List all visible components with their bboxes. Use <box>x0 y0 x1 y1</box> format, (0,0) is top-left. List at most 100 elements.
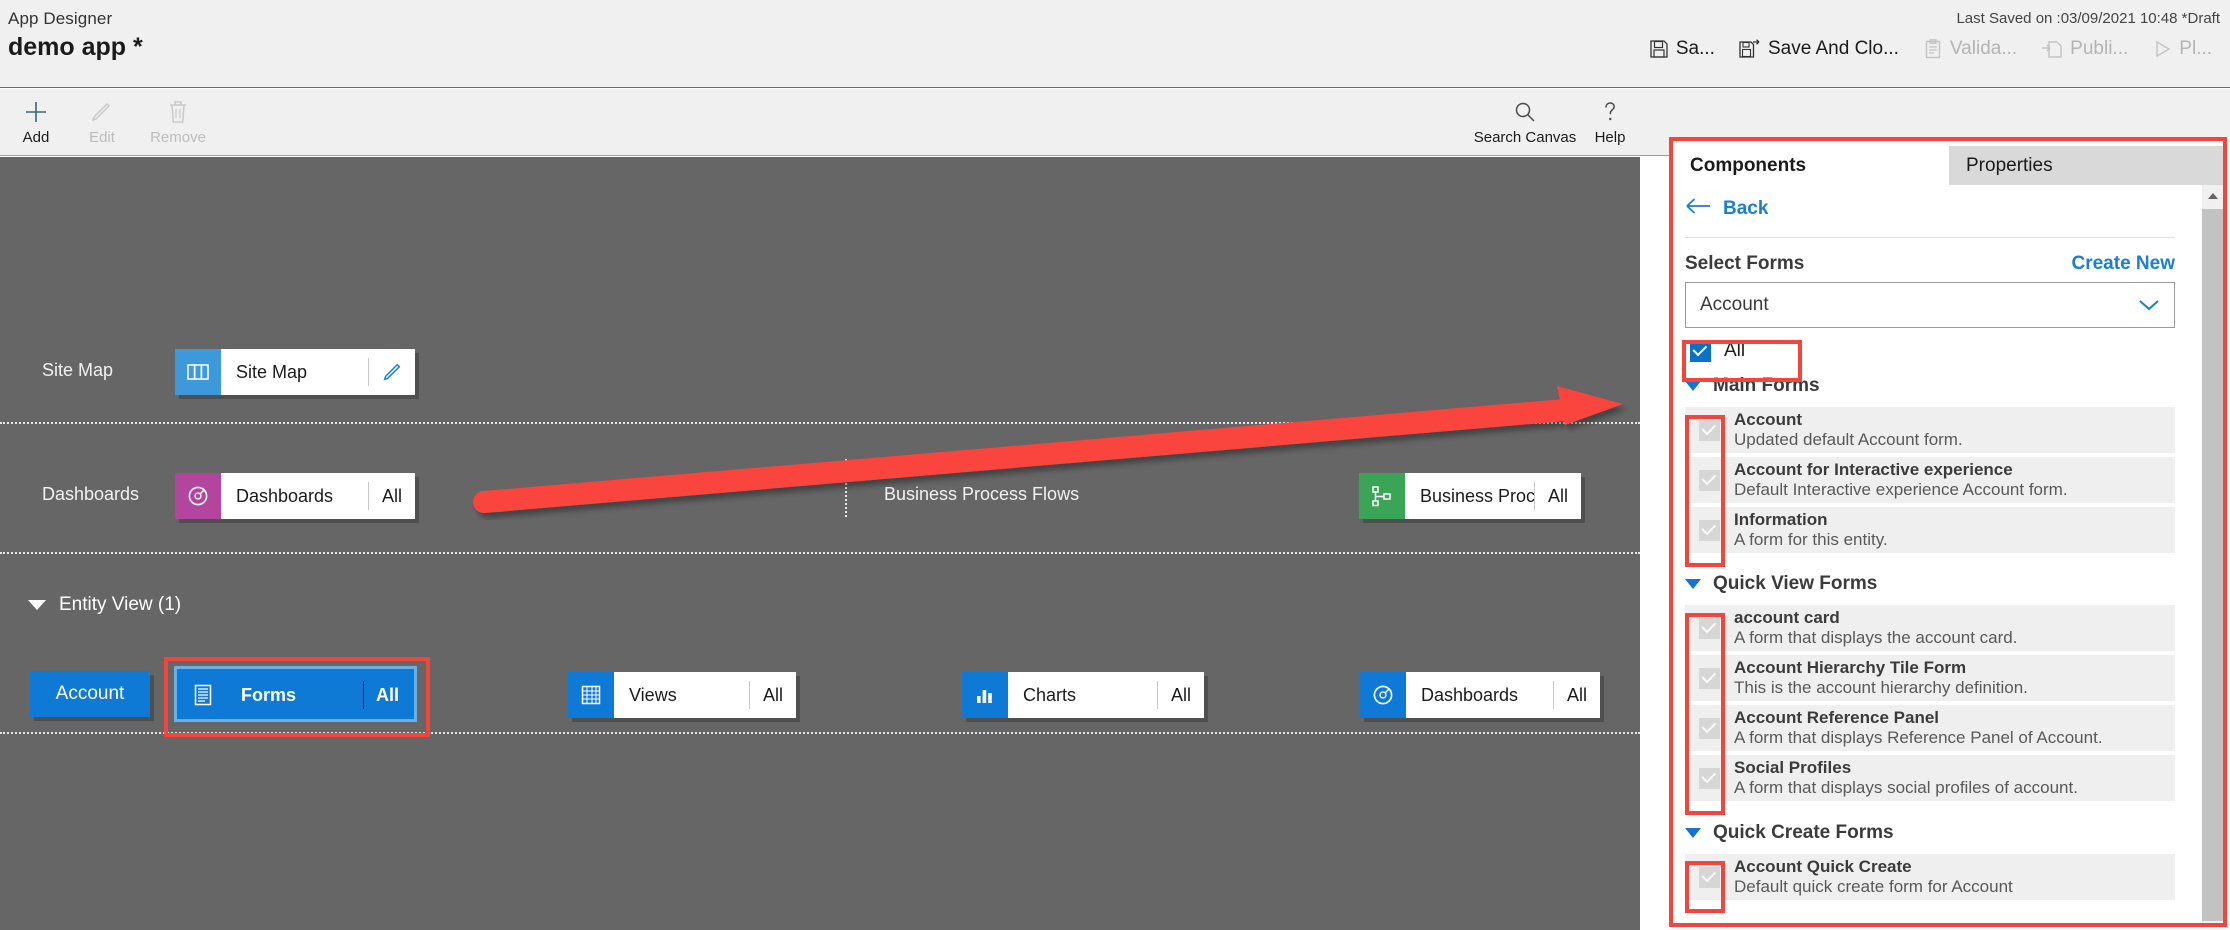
publish-button[interactable]: Publi... <box>2029 34 2140 64</box>
chevron-down-icon <box>1685 381 1701 391</box>
validate-button-label: Valida... <box>1950 38 2017 60</box>
toolbar-remove-label: Remove <box>142 129 214 146</box>
form-item-name: Information <box>1734 510 2169 530</box>
panel-scrollbar-thumb[interactable] <box>2202 209 2224 921</box>
entity-view-header-label: Entity View (1) <box>59 594 181 616</box>
scroll-up-arrow-icon[interactable] <box>2202 185 2224 207</box>
form-item-name: Account for Interactive experience <box>1734 460 2169 480</box>
form-item-checkbox[interactable] <box>1685 867 1734 888</box>
checkbox-checked-icon <box>1690 341 1711 362</box>
form-list-item[interactable]: account card A form that displays the ac… <box>1685 605 2175 653</box>
app-name-title: demo app * <box>8 33 143 62</box>
form-list-item[interactable]: Account Reference Panel A form that disp… <box>1685 705 2175 753</box>
tile-site-map-label: Site Map <box>221 349 368 395</box>
form-item-checkbox[interactable] <box>1685 470 1734 491</box>
checkbox-checked-disabled-icon <box>1699 470 1720 491</box>
tile-site-map[interactable]: Site Map <box>175 349 415 395</box>
form-list-item[interactable]: Social Profiles A form that displays soc… <box>1685 755 2175 803</box>
play-button[interactable]: Pl... <box>2140 34 2224 64</box>
form-item-name: Account <box>1734 410 2169 430</box>
form-item-description: A form that displays Reference Panel of … <box>1734 728 2169 748</box>
form-list-item[interactable]: Account Hierarchy Tile Form This is the … <box>1685 655 2175 703</box>
form-list-item[interactable]: Account Quick Create Default quick creat… <box>1685 854 2175 902</box>
all-forms-checkbox[interactable]: All <box>1690 340 1774 362</box>
checkbox-checked-disabled-icon <box>1699 768 1720 789</box>
tile-site-map-edit-button[interactable] <box>369 349 415 395</box>
form-item-checkbox[interactable] <box>1685 718 1734 739</box>
tile-forms-label: Forms <box>226 672 363 718</box>
toolbar-add-button[interactable]: Add <box>0 96 72 146</box>
entity-button-account-label: Account <box>56 683 125 705</box>
canvas-vertical-divider <box>845 459 847 517</box>
checkbox-checked-disabled-icon <box>1699 420 1720 441</box>
canvas-row-label-dashboards: Dashboards <box>42 484 139 505</box>
panel-divider <box>1685 237 2175 238</box>
validate-button[interactable]: Valida... <box>1911 34 2029 64</box>
form-item-name: Account Reference Panel <box>1734 708 2169 728</box>
views-icon <box>568 672 614 718</box>
group-header-quick-create-forms[interactable]: Quick Create Forms <box>1685 822 1894 844</box>
tab-properties-label: Properties <box>1966 155 2053 177</box>
help-button[interactable]: Help <box>1570 96 1650 146</box>
canvas-row-label-sitemap: Site Map <box>42 360 113 381</box>
charts-icon <box>962 672 1008 718</box>
save-and-close-icon <box>1739 39 1761 59</box>
form-item-checkbox[interactable] <box>1685 768 1734 789</box>
tile-dashboards-entity[interactable]: Dashboards All <box>1360 672 1600 718</box>
form-item-checkbox[interactable] <box>1685 520 1734 541</box>
tile-business-process-flows[interactable]: Business Proces... All <box>1359 473 1581 519</box>
tab-components-label: Components <box>1690 155 1806 177</box>
dashboard-icon <box>175 473 221 519</box>
toolbar-add-label: Add <box>0 129 72 146</box>
tile-views-all[interactable]: All <box>750 672 796 718</box>
form-item-checkbox[interactable] <box>1685 420 1734 441</box>
checkbox-checked-disabled-icon <box>1699 668 1720 689</box>
entity-dropdown[interactable]: Account <box>1685 282 2175 328</box>
form-item-description: Updated default Account form. <box>1734 430 2169 450</box>
tile-dashboards-top-all[interactable]: All <box>369 473 415 519</box>
tile-bpf-all[interactable]: All <box>1535 473 1581 519</box>
entity-view-header[interactable]: Entity View (1) <box>28 594 181 616</box>
sitemap-icon <box>175 349 221 395</box>
create-new-link[interactable]: Create New <box>2072 253 2176 275</box>
tile-forms-all[interactable]: All <box>364 672 411 718</box>
select-forms-title: Select Forms <box>1685 253 1804 275</box>
chevron-down-icon <box>1685 828 1701 838</box>
form-item-checkbox[interactable] <box>1685 618 1734 639</box>
plus-icon <box>0 96 72 128</box>
tile-forms[interactable]: Forms All <box>180 672 411 718</box>
last-saved-status: Last Saved on :03/09/2021 10:48 *Draft <box>1956 10 2220 27</box>
save-button[interactable]: Sa... <box>1637 34 1727 64</box>
question-icon <box>1570 96 1650 128</box>
form-item-description: A form for this entity. <box>1734 530 2169 550</box>
group-header-quick-view-forms[interactable]: Quick View Forms <box>1685 573 1877 595</box>
tile-bpf-label: Business Proces... <box>1405 473 1534 519</box>
tile-views[interactable]: Views All <box>568 672 796 718</box>
tab-properties[interactable]: Properties <box>1949 146 2226 185</box>
validate-icon <box>1923 39 1943 59</box>
group-header-main-forms[interactable]: Main Forms <box>1685 375 1820 397</box>
entity-button-account[interactable]: Account <box>30 671 150 717</box>
tile-dashboards-entity-all[interactable]: All <box>1554 672 1600 718</box>
save-and-close-button[interactable]: Save And Clo... <box>1727 34 1911 64</box>
tile-dashboards-top[interactable]: Dashboards All <box>175 473 415 519</box>
form-list-item[interactable]: Account Updated default Account form. <box>1685 407 2175 455</box>
toolbar-remove-button[interactable]: Remove <box>142 96 214 146</box>
form-item-checkbox[interactable] <box>1685 668 1734 689</box>
app-designer-label: App Designer <box>8 9 112 29</box>
tile-charts[interactable]: Charts All <box>962 672 1204 718</box>
form-list-item[interactable]: Account for Interactive experience Defau… <box>1685 457 2175 505</box>
arrow-left-icon <box>1685 197 1711 221</box>
app-header: App Designer demo app * Last Saved on :0… <box>0 0 2230 88</box>
form-item-name: Social Profiles <box>1734 758 2169 778</box>
chevron-down-icon <box>28 600 46 610</box>
form-list-item[interactable]: Information A form for this entity. <box>1685 507 2175 555</box>
tab-components[interactable]: Components <box>1673 146 1949 185</box>
canvas-row-separator <box>0 732 1640 734</box>
back-button[interactable]: Back <box>1685 197 1768 221</box>
tile-charts-all[interactable]: All <box>1158 672 1204 718</box>
toolbar-edit-button[interactable]: Edit <box>66 96 138 146</box>
group-header-main-forms-label: Main Forms <box>1713 375 1820 397</box>
canvas-row-separator <box>0 552 1640 554</box>
save-button-label: Sa... <box>1676 38 1715 60</box>
